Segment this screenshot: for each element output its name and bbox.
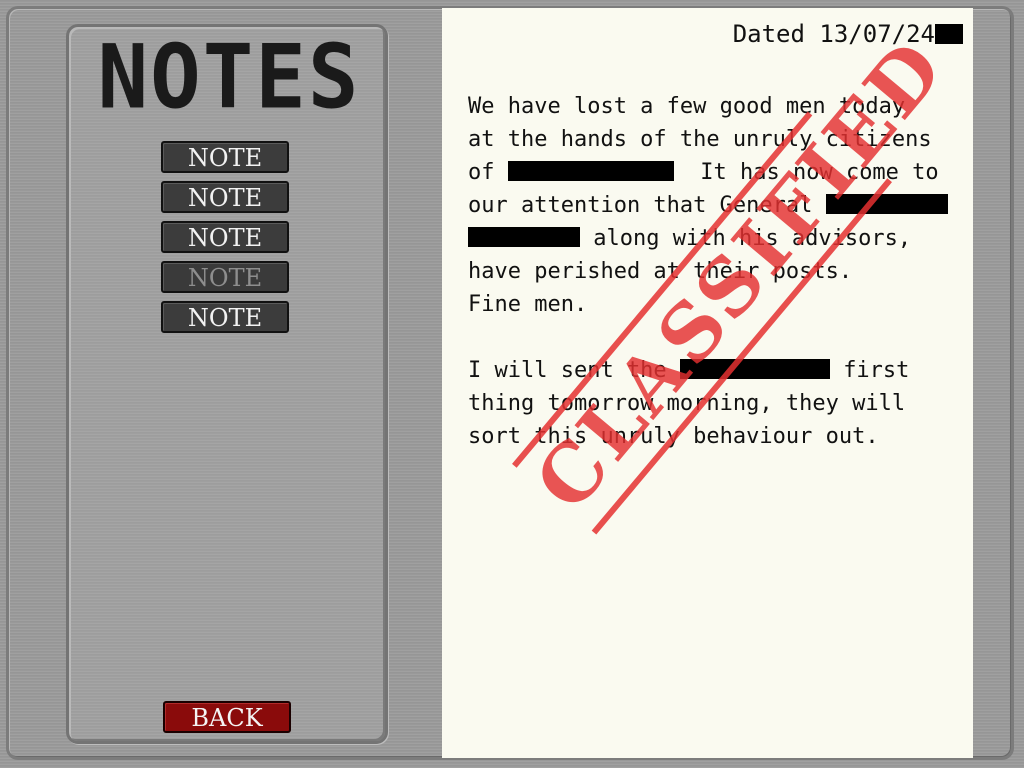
note-button-3[interactable]: NOTE [161,221,289,253]
note-button-5[interactable]: NOTE [161,301,289,333]
document-text: It has now come to [700,160,939,185]
document-line: of It has now come to [468,156,968,189]
document-text: first [843,358,910,383]
document-date: Dated 13/07/24 [733,20,963,48]
redaction-bar [679,359,830,379]
document-text: I will sent the [468,358,667,383]
panel-title: NOTES [97,25,361,129]
document-line: at the hands of the unruly citizens [468,127,932,152]
redaction-bar [935,24,963,44]
document-line: our attention that General [468,189,968,222]
document-line: have perished at their posts. [468,259,853,284]
redaction-bar [507,161,674,181]
redaction-bar [825,194,948,214]
document-body: We have lost a few good men today at the… [468,90,968,453]
document-line: thing tomorrow morning, they will [468,391,906,416]
document-line: We have lost a few good men today [468,94,906,119]
date-text: Dated 13/07/24 [732,20,935,48]
redaction-bar [468,227,580,247]
notes-panel: NOTES NOTE NOTE NOTE NOTE NOTE BACK [66,24,388,744]
back-button[interactable]: BACK [163,701,291,733]
note-button-1[interactable]: NOTE [161,141,289,173]
document-text: along with his advisors, [593,226,912,251]
note-document: Dated 13/07/24 We have lost a few good m… [442,8,973,758]
document-line: along with his advisors, [468,222,968,255]
document-line: Fine men. [468,292,588,317]
document-line: I will sent the first [468,354,968,387]
document-line: sort this unruly behaviour out. [468,424,879,449]
document-text: our attention that General [468,193,813,218]
note-list: NOTE NOTE NOTE NOTE NOTE [161,141,289,341]
note-button-4-selected[interactable]: NOTE [161,261,289,293]
document-text: of [468,160,495,185]
note-button-2[interactable]: NOTE [161,181,289,213]
